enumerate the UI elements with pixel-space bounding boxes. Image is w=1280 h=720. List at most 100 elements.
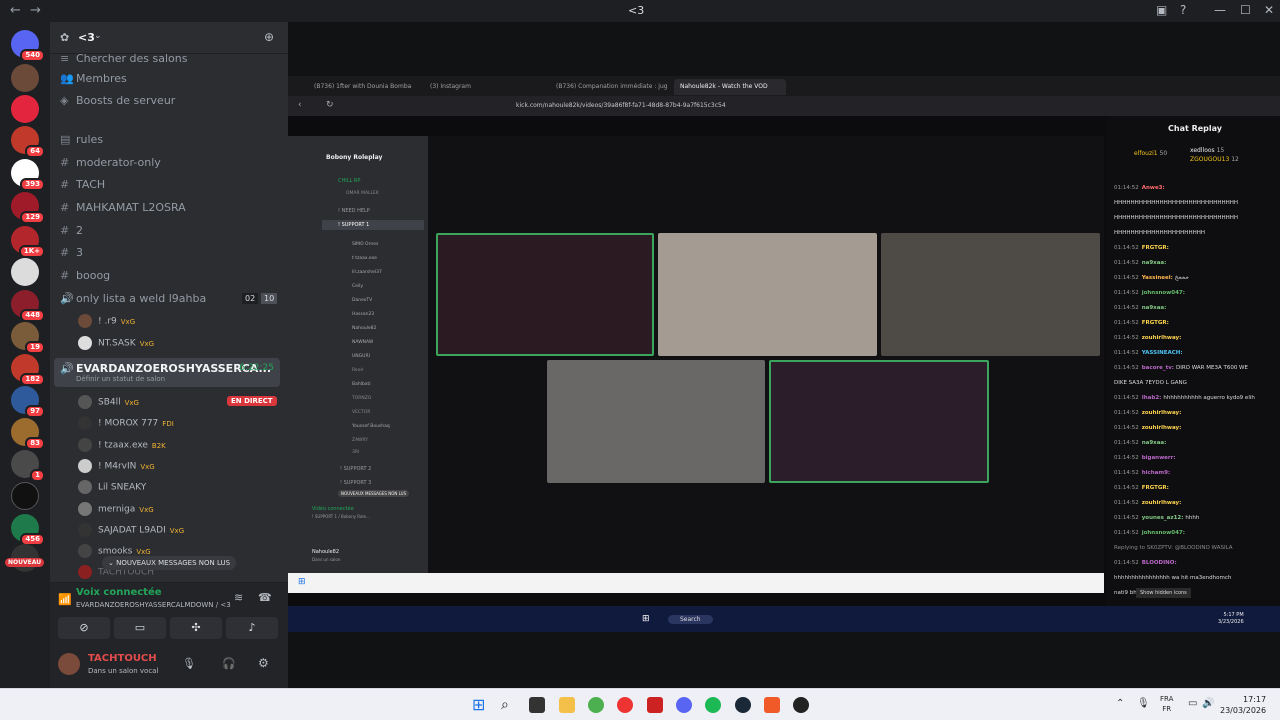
volume-icon[interactable]: 🔊 — [1202, 698, 1214, 709]
avatar[interactable] — [58, 653, 80, 675]
voice-user[interactable]: SB4ll VxG — [78, 395, 139, 409]
address-bar[interactable]: ‹ ↻ kick.com/nahoule82k/videos/39a86f8f-… — [288, 96, 1280, 116]
channel-booog[interactable]: # booog — [60, 269, 110, 282]
channel-3[interactable]: #3 — [60, 246, 83, 259]
browser-tab-active[interactable]: Nahoule82k - Watch the VOD — [674, 79, 786, 95]
channel-moderator-only[interactable]: # moderator-only — [60, 156, 161, 169]
brave-icon[interactable] — [764, 697, 780, 713]
forward-arrow-icon[interactable]: → — [30, 3, 41, 18]
server-icon[interactable]: 97 — [11, 386, 45, 418]
voice-channel-active[interactable]: 🔊 EVARDANZOEROSHYASSERCA... 6:22:25 Défin… — [54, 358, 280, 387]
spotify-icon[interactable] — [705, 697, 721, 713]
server-icon[interactable]: 182 — [11, 354, 45, 386]
server-rail: 540 64 393 129 1K+ 448 19 182 97 83 1 45… — [0, 22, 50, 688]
windows-start-icon: ⊞ — [298, 577, 306, 587]
help-icon[interactable]: ? — [1180, 3, 1186, 17]
channel-2[interactable]: #2 — [60, 224, 83, 237]
server-icon[interactable]: 540 — [11, 30, 45, 62]
video-tile[interactable] — [769, 360, 989, 483]
voice-user[interactable]: Lil SNEAKY — [78, 480, 146, 494]
server-header[interactable]: ✿ <3 ⌄ ⊕ — [50, 22, 288, 54]
chevron-up-icon[interactable]: ⌃ — [1116, 698, 1124, 709]
server-icon[interactable]: 83 — [11, 418, 45, 450]
clock[interactable]: 17:17 23/03/2026 — [1220, 694, 1266, 716]
voice-channel-lista[interactable]: 🔊 only lista a weld l9ahba — [60, 292, 206, 305]
server-icon[interactable]: 129 — [11, 192, 45, 224]
disconnect-icon[interactable]: ☎ — [258, 591, 272, 604]
server-icon[interactable]: 64 — [11, 126, 45, 158]
server-icon[interactable] — [11, 64, 39, 92]
app-icon[interactable] — [617, 697, 633, 713]
server-icon[interactable]: 19 — [11, 322, 45, 354]
server-icon[interactable]: 1 — [11, 450, 45, 482]
server-icon-small: ✿ — [60, 31, 70, 44]
channel-tach[interactable]: # TACH — [60, 178, 105, 191]
voice-user[interactable]: ! tzaax.exe B2K — [78, 438, 166, 452]
soundboard-button[interactable]: ♪ — [226, 617, 278, 639]
boosts-link[interactable]: ◈ Boosts de serveur — [60, 94, 175, 107]
browser-tab[interactable]: (B736) Companation immédiate : jug — [550, 79, 674, 95]
windows-start-icon[interactable]: ⊞ — [472, 697, 488, 713]
maximize-icon[interactable]: ☐ — [1240, 3, 1251, 17]
server-icon[interactable]: 393 — [11, 159, 45, 191]
server-icon[interactable]: 456 — [11, 514, 45, 546]
camera-off-button[interactable]: ⊘ — [58, 617, 110, 639]
chat-message: 01:14:52 biganwerr: — [1114, 455, 1176, 461]
inner-user: 3RI — [352, 450, 360, 455]
inbox-icon[interactable]: ▣ — [1156, 3, 1167, 17]
settings-gear-icon[interactable]: ⚙ — [258, 656, 269, 670]
language-indicator[interactable]: FRA FR — [1160, 694, 1173, 714]
chat-message: HHHHHHHHHHHHHHHHHHHHHHHHHHHHHH — [1114, 215, 1239, 221]
chrome-icon[interactable] — [588, 697, 604, 713]
microphone-icon[interactable]: 🎙 — [1137, 698, 1150, 709]
headphones-icon[interactable]: 🎧 — [222, 657, 236, 670]
browser-tab[interactable]: (B736) 1fter with Dounia Bomba — [308, 79, 430, 95]
app-icon[interactable] — [793, 697, 809, 713]
stream-windows-taskbar: ⊞ Search 5:17 PM 3/23/2026 — [288, 606, 1280, 632]
server-icon[interactable] — [11, 95, 39, 123]
close-icon[interactable]: ✕ — [1264, 3, 1274, 17]
chat-message: 01:14:52 FRGTGR: — [1114, 485, 1169, 491]
minimize-icon[interactable]: — — [1214, 3, 1226, 17]
activities-button[interactable]: ✣ — [170, 617, 222, 639]
screen-share-stream[interactable]: (B736) 1fter with Dounia Bomba (3) Insta… — [288, 76, 1280, 632]
back-arrow-icon[interactable]: ← — [10, 3, 21, 18]
voice-user[interactable]: merniga VxG — [78, 502, 154, 516]
voice-user[interactable]: NT.SASK VxG — [78, 336, 154, 350]
user-name: TACHTOUCH — [88, 653, 157, 664]
screen-share-button[interactable]: ▭ — [114, 617, 166, 639]
invite-icon[interactable]: ⊕ — [264, 30, 274, 44]
video-tile[interactable] — [881, 233, 1100, 356]
discord-icon[interactable] — [676, 697, 692, 713]
channel-mahkamat[interactable]: # MAHKAMAT L2OSRA — [60, 201, 186, 214]
reload-icon[interactable]: ↻ — [326, 100, 334, 110]
new-messages-pill[interactable]: ⌄ NOUVEAUX MESSAGES NON LUS — [102, 556, 237, 570]
chat-message: 01:14:52 younes_az12: hhhh — [1114, 515, 1200, 521]
channel-rules[interactable]: ▤ rules — [60, 133, 103, 146]
inner-user: lil.zaarshel37 — [352, 270, 382, 275]
server-icon[interactable] — [11, 258, 39, 286]
steam-icon[interactable] — [735, 697, 751, 713]
voice-user[interactable]: SAJADAT L9ADI VxG — [78, 523, 184, 537]
voice-user[interactable]: ! MOROX 777 FDI — [78, 416, 174, 430]
file-explorer-icon[interactable] — [559, 697, 575, 713]
server-icon[interactable]: 448 — [11, 290, 45, 322]
adobe-icon[interactable] — [647, 697, 663, 713]
stream-clock: 5:17 PM 3/23/2026 — [1218, 612, 1244, 625]
voice-user[interactable]: ! .r9 VxG — [78, 314, 135, 328]
browser-tab[interactable]: (3) Instagram — [424, 79, 524, 95]
back-arrow-icon[interactable]: ‹ — [298, 100, 302, 110]
members-link[interactable]: 👥 Membres — [60, 72, 127, 85]
server-icon[interactable] — [11, 482, 39, 510]
server-icon[interactable]: 1K+ — [11, 226, 45, 258]
video-tile[interactable] — [658, 233, 877, 356]
video-tile[interactable] — [547, 360, 765, 483]
voice-user[interactable]: ! M4rvIN VxG — [78, 459, 155, 473]
search-icon[interactable]: ⌕ — [501, 697, 517, 713]
task-view-icon[interactable] — [529, 697, 545, 713]
monitor-icon[interactable]: ▭ — [1188, 698, 1197, 709]
noise-suppression-icon[interactable]: ≋ — [234, 591, 243, 604]
video-tile[interactable] — [436, 233, 654, 356]
search-channels[interactable]: ≡ Chercher des salons — [60, 52, 187, 65]
microphone-icon[interactable]: 🎙 — [182, 657, 196, 670]
